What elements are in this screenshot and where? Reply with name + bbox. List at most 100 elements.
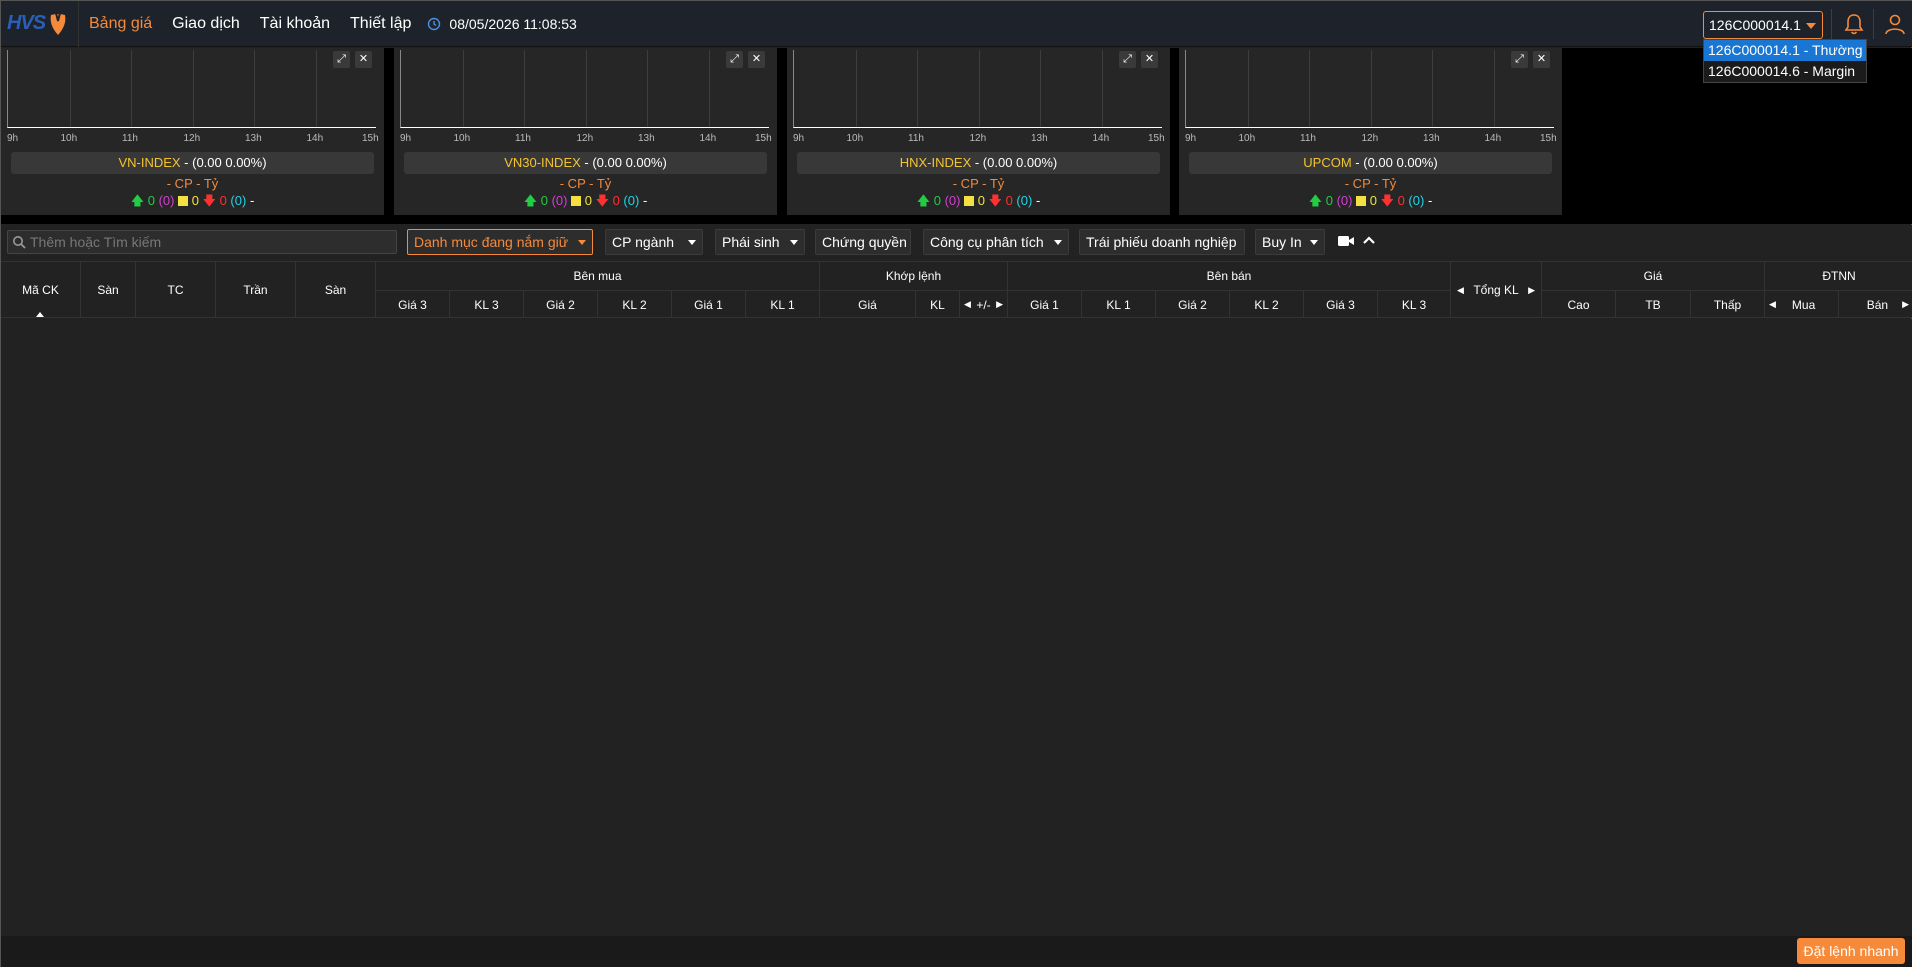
col-buy-gia2[interactable]: Giá 2 [524, 290, 598, 318]
col-exchange[interactable]: Sàn [81, 262, 136, 318]
col-total-volume[interactable]: ◀ Tổng KL ▶ [1451, 262, 1542, 318]
analysis-tools-dropdown[interactable]: Công cụ phân tích [923, 229, 1069, 255]
user-icon[interactable] [1883, 12, 1907, 36]
caret-right-icon[interactable]: ▶ [996, 299, 1003, 310]
buyin-dropdown-label: Buy In [1262, 234, 1302, 250]
expand-icon[interactable]: ⤢ [333, 51, 350, 68]
col-floor[interactable]: Sàn [296, 262, 376, 318]
col-match-price[interactable]: Giá [820, 290, 916, 318]
buyin-dropdown[interactable]: Buy In [1255, 229, 1325, 255]
decliners-count: 0 [1397, 193, 1405, 208]
account-option-thuong[interactable]: 126C000014.1 - Thường [1704, 40, 1866, 61]
col-buy-kl1[interactable]: KL 1 [746, 290, 820, 318]
index-card-vn30: ⤢ ✕ 9h 10h 11h 12h 13h 14h 15h VN30-INDEX - (0.00… [394, 48, 777, 215]
sort-asc-icon [36, 312, 44, 317]
index-change: - (0.00 0.00%) [971, 155, 1058, 170]
time-tick-label: 12h [183, 133, 201, 144]
col-buy-gia3[interactable]: Giá 3 [376, 290, 450, 318]
col-ma-ck[interactable]: Mã CK [1, 262, 81, 318]
col-sell-gia3[interactable]: Giá 3 [1304, 290, 1378, 318]
col-buy-kl2[interactable]: KL 2 [598, 290, 672, 318]
col-ceiling[interactable]: Trần [216, 262, 296, 318]
col-match-price-label: Giá [858, 297, 877, 312]
index-volume-value: - CP - Tỷ [559, 176, 612, 191]
col-buy-kl3[interactable]: KL 3 [450, 290, 524, 318]
col-foreign-buy[interactable]: ◀ Mua [1765, 290, 1839, 318]
col-reference[interactable]: TC [136, 262, 216, 318]
close-icon[interactable]: ✕ [1141, 51, 1158, 68]
time-tick-label: 9h [400, 133, 412, 144]
col-sell-kl2[interactable]: KL 2 [1230, 290, 1304, 318]
caret-right-icon[interactable]: ▶ [1902, 299, 1909, 310]
chevron-down-icon [578, 240, 586, 245]
index-value-label[interactable]: VN30-INDEX - (0.00 0.00%) [404, 152, 767, 174]
index-breadth-stats: 🡅 0 (0) 0 🡇 0 (0) - [1179, 192, 1562, 214]
portfolio-dropdown-label: Danh mục đang nắm giữ [414, 234, 569, 250]
video-camera-icon[interactable] [1337, 234, 1355, 248]
column-label: Giá 3 [1326, 297, 1355, 312]
account-select[interactable]: 126C000014.1 [1703, 11, 1823, 39]
index-breadth-stats: 🡅 0 (0) 0 🡇 0 (0) - [787, 192, 1170, 214]
nav-tai-khoan[interactable]: Tài khoản [250, 15, 340, 33]
derivatives-dropdown[interactable]: Phái sinh [715, 229, 805, 255]
close-icon[interactable]: ✕ [1533, 51, 1550, 68]
unchanged-square-icon [1356, 196, 1367, 206]
caret-left-icon[interactable]: ◀ [1457, 285, 1464, 296]
col-low[interactable]: Thấp [1691, 290, 1765, 318]
hvs-logo[interactable]: HVS [1, 0, 79, 47]
quick-order-button[interactable]: Đặt lệnh nhanh [1797, 938, 1905, 964]
time-tick-label: 13h [1423, 133, 1440, 144]
sector-dropdown[interactable]: CP ngành [605, 229, 703, 255]
chevron-up-icon[interactable] [1361, 233, 1377, 247]
app-window: HVS Bảng giá Giao dịch Tài khoản Thiết l… [0, 0, 1912, 967]
col-sell-kl1[interactable]: KL 1 [1082, 290, 1156, 318]
account-option-margin[interactable]: 126C000014.6 - Margin [1704, 61, 1866, 82]
arrow-up-icon: 🡅 [916, 193, 931, 208]
top-navbar: HVS Bảng giá Giao dịch Tài khoản Thiết l… [1, 0, 1912, 47]
time-tick-label: 14h [1092, 133, 1110, 144]
col-buy-gia1[interactable]: Giá 1 [672, 290, 746, 318]
caret-left-icon[interactable]: ◀ [1769, 299, 1776, 310]
bell-icon[interactable] [1843, 12, 1865, 36]
index-name: VN-INDEX [118, 155, 181, 170]
expand-icon[interactable]: ⤢ [726, 51, 743, 68]
close-icon[interactable]: ✕ [355, 51, 372, 68]
price-board-header: Mã CK Sàn TC Trần Sàn Bên mua Giá 3 KL 3 G… [1, 261, 1912, 318]
col-match-volume[interactable]: KL [916, 290, 960, 318]
index-value-label[interactable]: VN-INDEX - (0.00 0.00%) [11, 152, 374, 174]
current-datetime: 08/05/2026 11:08:53 [449, 15, 577, 32]
index-dash: - [1427, 193, 1433, 208]
column-label: KL 1 [1106, 297, 1131, 312]
index-value-label[interactable]: UPCOM - (0.00 0.00%) [1189, 152, 1552, 174]
col-average[interactable]: TB [1616, 290, 1691, 318]
col-low-label: Thấp [1713, 297, 1742, 312]
intraday-chart [793, 50, 1162, 128]
index-value-label[interactable]: HNX-INDEX - (0.00 0.00%) [797, 152, 1160, 174]
account-select-value: 126C000014.1 [1709, 17, 1801, 33]
nav-giao-dich[interactable]: Giao dịch [162, 15, 250, 33]
search-input[interactable] [30, 231, 390, 253]
expand-icon[interactable]: ⤢ [1119, 51, 1136, 68]
col-sell-gia2[interactable]: Giá 2 [1156, 290, 1230, 318]
derivatives-dropdown-label: Phái sinh [722, 234, 780, 250]
col-foreign-sell[interactable]: Bán ▶ [1839, 290, 1912, 318]
logo-mark-icon [50, 12, 66, 35]
col-sell-gia1[interactable]: Giá 1 [1008, 290, 1082, 318]
index-name: VN30-INDEX [504, 155, 581, 170]
caret-left-icon[interactable]: ◀ [964, 299, 971, 310]
warrants-button[interactable]: Chứng quyền [815, 229, 911, 255]
col-sell-kl3[interactable]: KL 3 [1378, 290, 1451, 318]
corporate-bonds-button[interactable]: Trái phiếu doanh nghiệp [1079, 229, 1245, 255]
expand-icon[interactable]: ⤢ [1511, 51, 1528, 68]
sector-dropdown-label: CP ngành [612, 234, 675, 250]
col-exchange-label: Sàn [97, 283, 119, 297]
nav-thiet-lap[interactable]: Thiết lập [340, 15, 421, 33]
portfolio-dropdown[interactable]: Danh mục đang nắm giữ [407, 229, 593, 255]
chart-grid-line [917, 50, 918, 127]
nav-bang-gia[interactable]: Bảng giá [79, 15, 162, 33]
col-high[interactable]: Cao [1542, 290, 1616, 318]
search-box [7, 230, 397, 254]
close-icon[interactable]: ✕ [748, 51, 765, 68]
col-match-change[interactable]: ◀ +/- ▶ [960, 290, 1008, 318]
caret-right-icon[interactable]: ▶ [1528, 285, 1535, 296]
